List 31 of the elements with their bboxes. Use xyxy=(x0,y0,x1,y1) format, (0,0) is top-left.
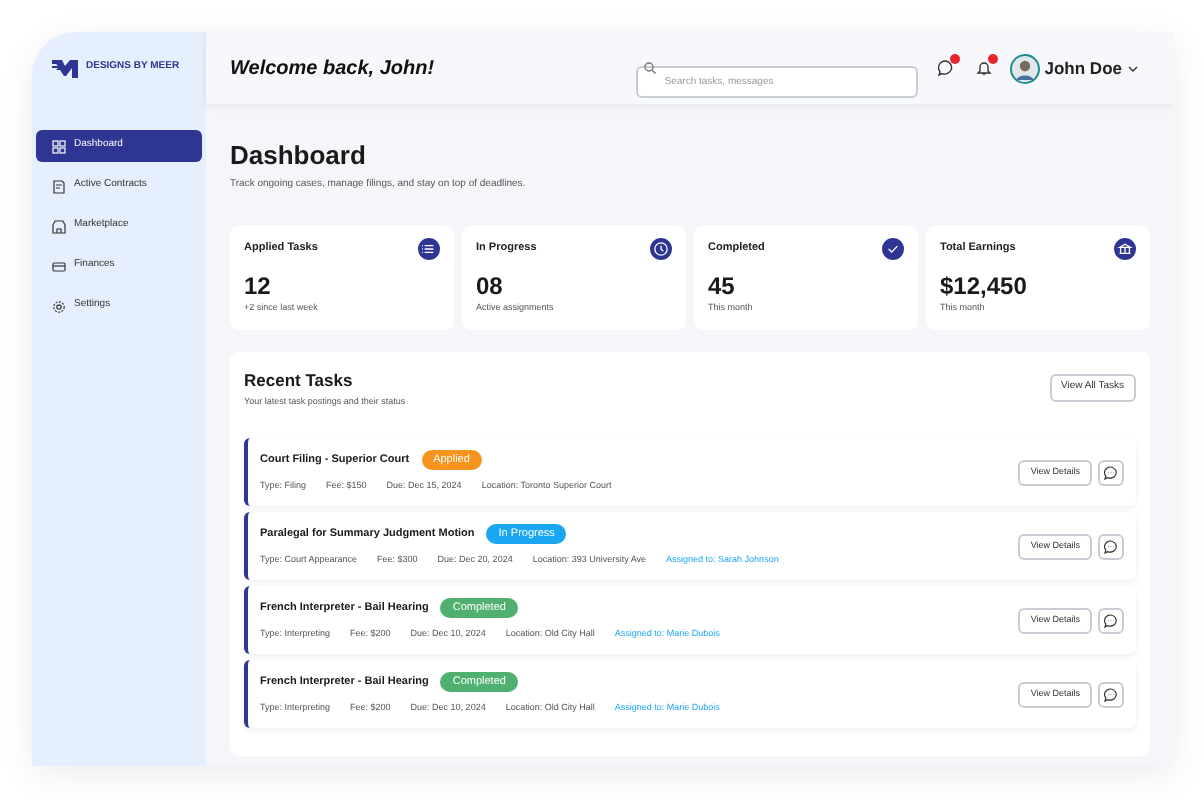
greeting: Welcome back, John! xyxy=(230,55,435,83)
gear-icon xyxy=(52,299,66,313)
user-name[interactable]: John Doe xyxy=(1044,55,1122,81)
message-button[interactable] xyxy=(1098,607,1124,633)
stat-value: 45 xyxy=(708,273,737,299)
chevron-down-icon[interactable] xyxy=(1128,65,1138,71)
clock-icon xyxy=(650,237,672,259)
bank-icon xyxy=(1114,237,1136,259)
chat-icon xyxy=(1104,465,1118,479)
grid-icon xyxy=(52,139,66,153)
chat-icon xyxy=(1104,613,1118,627)
stat-value: 12 xyxy=(244,273,273,299)
avatar[interactable] xyxy=(1010,53,1041,83)
message-button[interactable] xyxy=(1098,681,1124,707)
chat-icon[interactable] xyxy=(938,60,955,76)
message-button[interactable] xyxy=(1098,459,1124,485)
chat-icon xyxy=(1104,687,1118,701)
message-button[interactable] xyxy=(1098,533,1124,559)
logo-icon xyxy=(52,59,78,77)
stat-value: 08 xyxy=(476,273,505,299)
list-icon xyxy=(418,237,440,259)
chat-icon xyxy=(1104,539,1118,553)
search-icon xyxy=(644,62,657,74)
page-title: Dashboard xyxy=(230,140,368,172)
section-title: Recent Tasks xyxy=(244,367,355,393)
check-icon xyxy=(882,237,904,259)
document-icon xyxy=(52,179,66,193)
storefront-icon xyxy=(52,219,66,233)
card-icon xyxy=(52,259,66,273)
bell-icon[interactable] xyxy=(976,60,993,76)
stat-value: $12,450 xyxy=(940,273,1029,299)
